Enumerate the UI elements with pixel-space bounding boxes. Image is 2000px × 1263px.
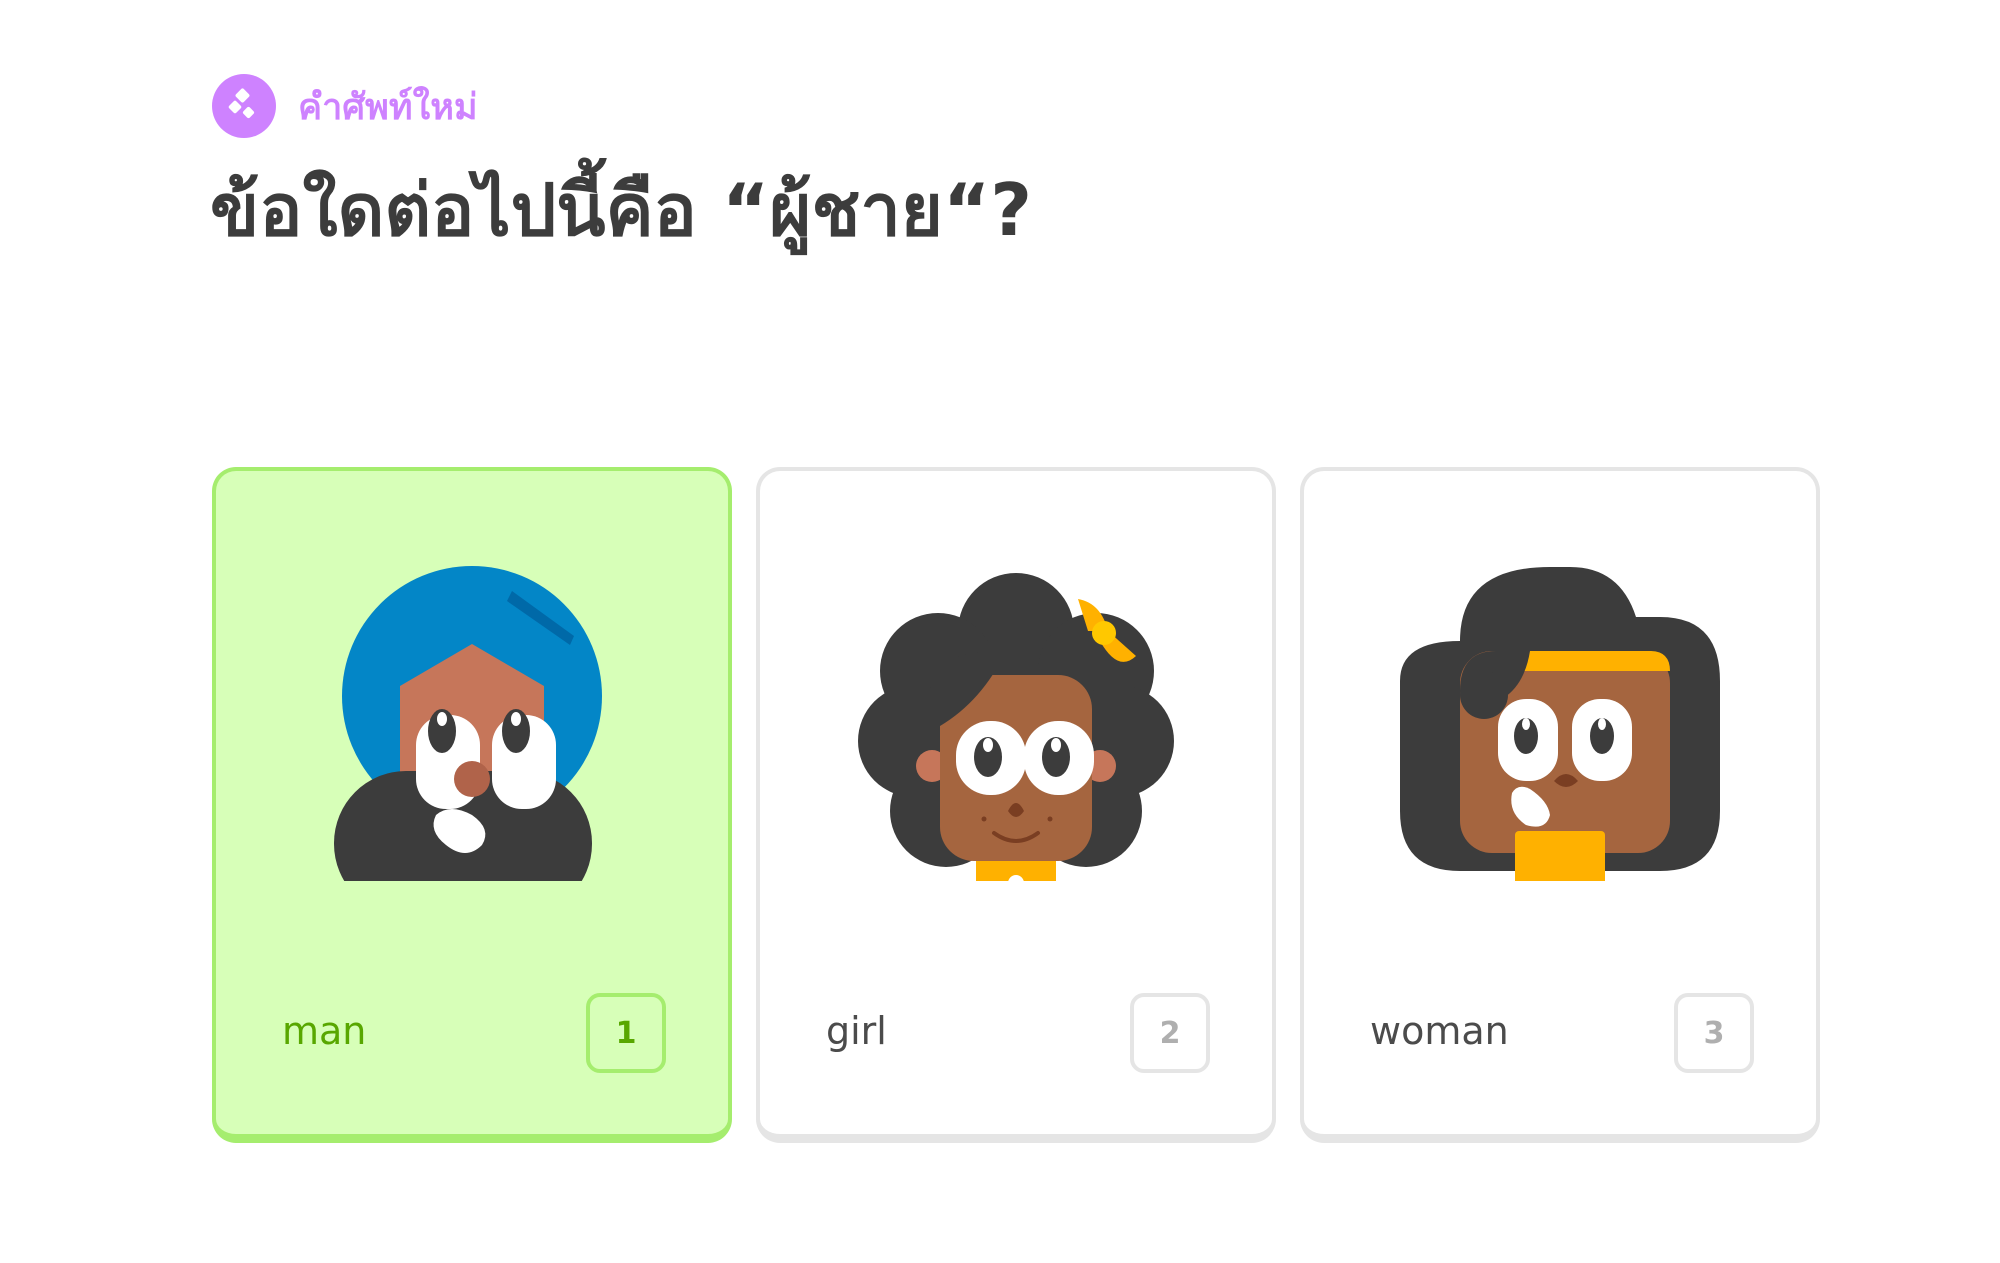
option-card-woman[interactable]: woman 3 — [1300, 467, 1820, 1143]
option-key-badge: 3 — [1674, 993, 1754, 1073]
new-word-label: คำศัพท์ใหม่ — [298, 86, 478, 128]
girl-curly-hair-illustration — [858, 573, 1174, 881]
question-title: ข้อใดต่อไปนี้คือ “ผู้ชาย“? — [210, 168, 1033, 252]
option-word: man — [282, 1009, 367, 1053]
woman-headband-illustration — [1400, 567, 1720, 881]
option-word: girl — [826, 1009, 887, 1053]
option-card-girl[interactable]: girl 2 — [756, 467, 1276, 1143]
option-key-badge: 2 — [1130, 993, 1210, 1073]
answer-options: man 1 girl 2 woman 3 — [212, 467, 1820, 1143]
new-word-sparkle-icon — [212, 74, 276, 138]
option-card-man[interactable]: man 1 — [212, 467, 732, 1143]
option-word: woman — [1370, 1009, 1509, 1053]
option-key-badge: 1 — [586, 993, 666, 1073]
new-word-badge: คำศัพท์ใหม่ — [212, 74, 478, 138]
man-turban-illustration — [334, 566, 602, 881]
